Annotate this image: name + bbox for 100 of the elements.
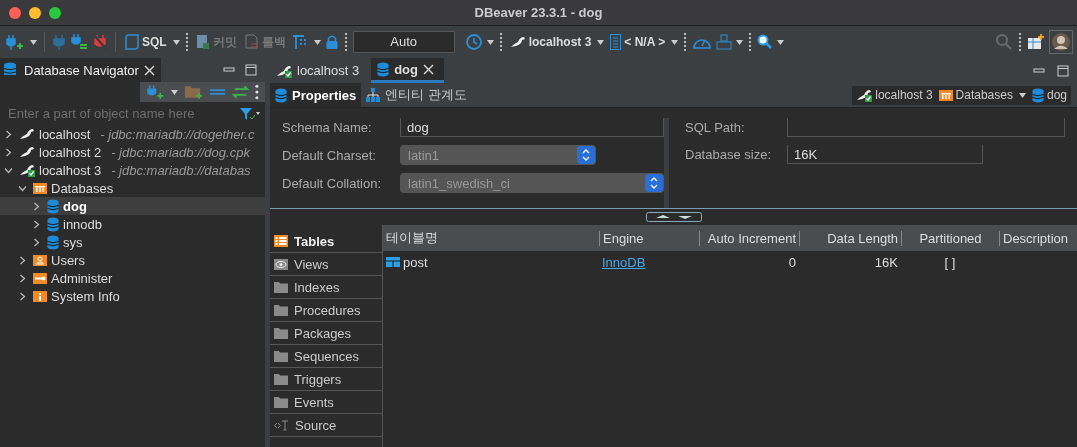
transaction-mode-field[interactable]: Auto bbox=[352, 31, 455, 53]
caret-icon[interactable] bbox=[313, 39, 321, 45]
folder-icon bbox=[274, 304, 288, 316]
info-folder-icon bbox=[33, 290, 47, 302]
tab-label: 엔티티 관계도 bbox=[385, 86, 467, 104]
maximize-icon[interactable] bbox=[1057, 64, 1069, 77]
caret-icon[interactable] bbox=[671, 39, 679, 45]
column-header[interactable]: Data Length bbox=[799, 230, 901, 246]
seal-icon bbox=[509, 35, 526, 49]
object-type-item[interactable]: Sequences bbox=[270, 345, 382, 368]
caret-icon[interactable] bbox=[777, 39, 785, 45]
folder-add-icon[interactable] bbox=[184, 84, 203, 100]
caret-icon[interactable] bbox=[486, 39, 494, 45]
script-icon bbox=[125, 34, 139, 50]
tab-label: dog bbox=[394, 61, 418, 77]
history-icon[interactable] bbox=[464, 33, 483, 51]
object-type-item[interactable]: Indexes bbox=[270, 276, 382, 299]
add-table-icon[interactable] bbox=[1027, 34, 1045, 50]
plug-refresh-icon[interactable] bbox=[70, 33, 88, 51]
folder-grid-icon bbox=[33, 182, 47, 194]
breadcrumb-item[interactable]: localhost 3 bbox=[856, 88, 933, 102]
editor-tab[interactable]: dog bbox=[371, 58, 444, 83]
column-header[interactable]: Partitioned bbox=[901, 230, 999, 246]
navigator-tab[interactable]: Database Navigator bbox=[0, 58, 161, 82]
editor-tab[interactable]: localhost 3 bbox=[270, 58, 370, 83]
avatar-icon[interactable] bbox=[1049, 30, 1073, 54]
table-cell: [ ] bbox=[944, 254, 956, 270]
filter-field[interactable]: Enter a part of object name here bbox=[8, 104, 239, 123]
plug-add-icon[interactable] bbox=[4, 33, 26, 51]
caret-icon[interactable] bbox=[30, 39, 37, 45]
column-header[interactable]: 테이블명 bbox=[383, 229, 599, 247]
table-cell: 16K bbox=[874, 254, 898, 270]
breadcrumb-item[interactable]: dog bbox=[1031, 87, 1067, 103]
tree-item[interactable]: Databases bbox=[0, 179, 265, 197]
zoom-button[interactable] bbox=[49, 6, 61, 19]
caret-icon[interactable] bbox=[172, 39, 180, 45]
caret-icon[interactable] bbox=[736, 39, 744, 45]
database-icon bbox=[47, 234, 59, 250]
breadcrumb-label: localhost 3 bbox=[875, 88, 933, 102]
sql-editor-button[interactable]: SQL bbox=[123, 34, 169, 50]
more-icon[interactable] bbox=[255, 84, 259, 100]
close-button[interactable] bbox=[9, 6, 21, 19]
minimize-button[interactable] bbox=[29, 6, 41, 19]
object-type-item[interactable]: Views bbox=[270, 253, 382, 276]
database-stack-icon bbox=[3, 62, 19, 78]
text-field[interactable]: dog bbox=[400, 118, 664, 137]
folder-icon bbox=[274, 327, 288, 339]
field-label: Default Charset: bbox=[282, 147, 377, 163]
splitter-handle[interactable] bbox=[645, 212, 702, 222]
object-type-item[interactable]: Source bbox=[270, 414, 382, 437]
active-schema-selector[interactable]: < N/A > bbox=[608, 34, 668, 50]
maximize-icon[interactable] bbox=[245, 64, 257, 76]
link-arrows-icon[interactable] bbox=[232, 85, 250, 99]
editor-sub-tab[interactable]: 엔티티 관계도 bbox=[361, 83, 472, 107]
caret-icon[interactable] bbox=[171, 89, 178, 95]
tree-item[interactable]: System Info bbox=[0, 287, 265, 305]
tab-label: Properties bbox=[292, 87, 357, 103]
table-icon bbox=[386, 257, 400, 267]
field-label: Database size: bbox=[685, 147, 772, 162]
filter-icon[interactable] bbox=[239, 106, 261, 121]
close-icon[interactable] bbox=[423, 63, 434, 75]
object-type-item[interactable]: Procedures bbox=[270, 299, 382, 322]
column-header[interactable]: Engine bbox=[599, 230, 699, 246]
stepper-icon bbox=[645, 174, 663, 192]
database-icon bbox=[1031, 87, 1044, 103]
document-list-icon bbox=[610, 34, 622, 50]
editor-sub-tab[interactable]: Properties bbox=[270, 83, 362, 107]
column-header[interactable]: Auto Increment bbox=[699, 230, 799, 246]
tree-item[interactable]: localhost 3 - jdbc:mariadb://databas bbox=[0, 161, 265, 179]
caret-icon[interactable] bbox=[597, 39, 605, 45]
object-type-item[interactable]: Packages bbox=[270, 322, 382, 345]
engine-link[interactable]: InnoDB bbox=[602, 254, 646, 270]
search-icon[interactable] bbox=[757, 34, 774, 50]
text-field[interactable] bbox=[787, 118, 1065, 137]
column-header[interactable]: Description bbox=[999, 230, 1075, 246]
breadcrumb-label: dog bbox=[1046, 88, 1067, 102]
tree-item[interactable]: Administer bbox=[0, 269, 265, 287]
collapse-icon[interactable] bbox=[209, 87, 227, 97]
breadcrumb-item[interactable]: Databases bbox=[938, 88, 1013, 102]
document-arrows-icon bbox=[244, 34, 259, 50]
tree-item[interactable]: innodb bbox=[0, 215, 265, 233]
tree-item[interactable]: localhost - jdbc:mariadb://dogether.c bbox=[0, 125, 265, 143]
close-icon[interactable] bbox=[143, 64, 155, 76]
plug-add-icon[interactable] bbox=[146, 84, 165, 100]
user-folder-icon bbox=[33, 254, 47, 266]
text-field[interactable]: 16K bbox=[787, 145, 983, 164]
tree-item[interactable]: sys bbox=[0, 233, 265, 251]
active-connection-selector[interactable]: localhost 3 bbox=[507, 35, 594, 49]
tree-item[interactable]: localhost 2 - jdbc:mariadb://dog.cpk bbox=[0, 143, 265, 161]
object-type-item[interactable]: Events bbox=[270, 391, 382, 414]
object-type-item[interactable]: Triggers bbox=[270, 368, 382, 391]
diagram-icon bbox=[366, 88, 381, 102]
tree-item[interactable]: dog bbox=[0, 197, 265, 215]
table-cell: 0 bbox=[788, 254, 796, 270]
database-icon bbox=[377, 61, 390, 77]
window-title: DBeaver 23.3.1 - dog bbox=[474, 5, 603, 20]
tree-item[interactable]: Users bbox=[0, 251, 265, 269]
caret-icon[interactable] bbox=[1018, 92, 1026, 98]
object-type-item[interactable]: Tables bbox=[270, 230, 382, 253]
lock-icon[interactable] bbox=[324, 34, 339, 50]
